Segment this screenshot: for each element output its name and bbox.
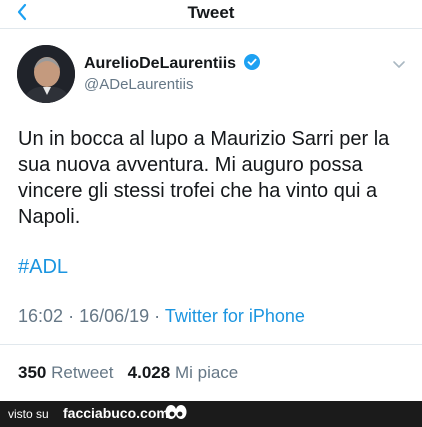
divider [0,344,422,345]
likes-stat[interactable]: 4.028 Mi piace [128,363,239,382]
tweet-line: Un in bocca al lupo a Maurizio Sarri per… [18,128,390,150]
tweet-meta: 16:02 · 16/06/19 · Twitter for iPhone [18,306,305,327]
retweets-count: 350 [18,363,47,382]
retweets-label: Retweet [51,363,114,382]
author-name[interactable]: AurelioDeLaurentiis [84,54,261,73]
meta-separator: · [68,306,75,326]
eyes-icon [165,405,187,419]
likes-label: Mi piace [174,363,239,382]
chevron-down-icon[interactable] [392,60,406,70]
meta-separator: · [154,306,161,326]
tweet-line: sua nuova avventura. Mi auguro possa [18,154,363,176]
tweet-text: Un in bocca al lupo a Maurizio Sarri per… [18,126,410,230]
retweets-stat[interactable]: 350 Retweet [18,363,118,382]
page-title: Tweet [187,3,235,22]
author-handle[interactable]: @ADeLaurentiis [84,76,193,93]
tweet-line: Napoli. [18,206,81,228]
avatar[interactable] [17,45,75,103]
nav-bar: Tweet [0,0,422,29]
likes-count: 4.028 [127,363,171,382]
tweet-line: vincere gli stessi trofei che ha vinto q… [18,180,378,202]
tweet-date: 16/06/19 [79,306,150,326]
watermark-brand: facciabuco.com [63,405,169,421]
verified-badge-icon [244,54,261,70]
tweet-source-link[interactable]: Twitter for iPhone [165,306,305,326]
avatar-photo [17,45,75,103]
watermark-prefix: visto su [8,407,49,421]
author-name-text[interactable]: AurelioDeLaurentiis [84,55,236,72]
tweet-stats: 350 Retweet 4.028 Mi piace [18,363,238,383]
watermark-bar: visto su facciabuco.com [0,401,422,427]
tweet-time: 16:02 [18,306,64,326]
hashtag-link[interactable]: #ADL [18,256,68,279]
